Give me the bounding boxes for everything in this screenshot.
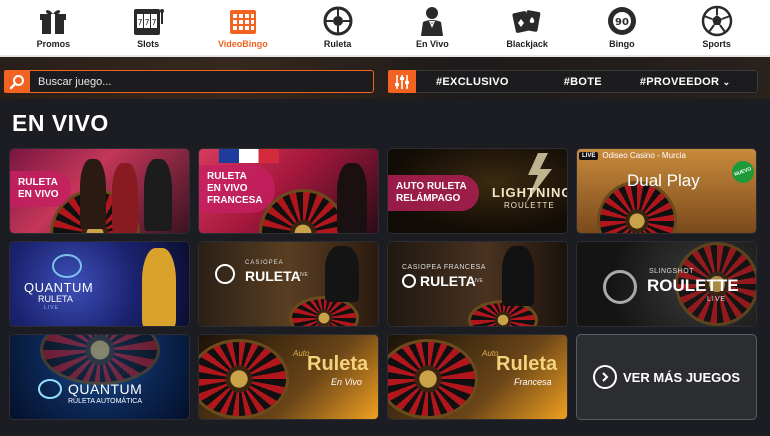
game-sub: RULETA	[38, 294, 73, 304]
nav-label: En Vivo	[415, 39, 449, 49]
game-label-line3: FRANCESA	[207, 195, 263, 206]
casiopea-logo	[402, 274, 416, 288]
game-title: Ruleta	[307, 353, 369, 375]
game-tile-auto-ruleta-en-vivo[interactable]: Auto Ruleta En Vivo	[198, 334, 379, 420]
nav-label: Slots	[137, 39, 160, 49]
game-label-line1: AUTO RULETA	[396, 181, 467, 192]
view-more-games-button[interactable]: VER MÁS JUEGOS	[576, 334, 757, 420]
svg-text:7: 7	[138, 18, 143, 27]
search-input[interactable]	[30, 75, 360, 88]
game-label-line2: EN VIVO	[207, 183, 248, 194]
game-label: RULETA EN VIVO FRANCESA	[199, 165, 275, 213]
atom-icon	[52, 254, 82, 278]
soccer-ball-icon	[701, 5, 732, 37]
game-sub: LIVE	[707, 296, 727, 303]
search-bar[interactable]	[4, 70, 374, 93]
new-badge-text: NUEVO	[733, 166, 753, 178]
tag-bote[interactable]: #BOTE	[564, 76, 602, 88]
svg-text:7: 7	[145, 18, 150, 27]
game-sub: En Vivo	[331, 377, 362, 387]
casiopea-logo	[215, 264, 235, 284]
game-label-line2: EN VIVO	[18, 189, 59, 200]
nav-label: Ruleta	[323, 39, 352, 49]
game-title: Dual Play	[627, 171, 700, 190]
tile-header: LIVE Odiseo Casino - Murcia	[579, 151, 686, 160]
game-label: RULETA EN VIVO	[10, 171, 71, 207]
svg-text:90: 90	[615, 17, 629, 28]
nav-item-en-vivo[interactable]: En Vivo	[388, 0, 476, 57]
game-tile-slingshot-roulette[interactable]: SLINGSHOT ROULETTE LIVE	[576, 241, 757, 327]
nav-label: Promos	[36, 39, 71, 49]
game-sub: LIVE	[472, 278, 483, 284]
game-label-line2: RELÁMPAGO	[396, 193, 461, 204]
filter-button[interactable]	[388, 70, 416, 93]
game-title: Ruleta	[496, 353, 558, 375]
view-more-label: VER MÁS JUEGOS	[622, 369, 741, 385]
game-logo-sub: ROULETTE	[504, 201, 555, 210]
nav-label: Blackjack	[506, 39, 548, 49]
games-grid: RULETA EN VIVO RULETA EN VIVO FRANCESA AUTO…	[9, 148, 757, 420]
nav-label: Sports	[702, 39, 731, 49]
tag-proveedor[interactable]: #PROVEEDOR ⌄	[640, 76, 731, 88]
game-logo: LIGHTNING	[492, 185, 568, 200]
slingshot-logo	[603, 270, 637, 304]
section-title: EN VIVO	[12, 110, 109, 136]
game-label: AUTO RULETA RELÁMPAGO	[388, 175, 479, 211]
filter-bar: #EXCLUSIVO #BOTE #PROVEEDOR ⌄	[388, 70, 758, 93]
game-tile-ruleta-en-vivo[interactable]: RULETA EN VIVO	[9, 148, 190, 234]
game-tile-quantum-ruleta[interactable]: QUANTUM RULETA LIVE	[9, 241, 190, 327]
tag-exclusivo[interactable]: #EXCLUSIVO	[436, 76, 509, 88]
sliders-icon	[395, 74, 409, 89]
search-button[interactable]	[4, 70, 30, 93]
slot-machine-icon: 7 7 7	[134, 9, 165, 35]
live-badge: LIVE	[579, 151, 599, 160]
nav-item-bingo[interactable]: 90 Bingo	[578, 0, 666, 57]
game-title: QUANTUM	[68, 381, 143, 397]
cards-icon	[512, 10, 541, 33]
game-label-line1: RULETA	[18, 177, 58, 188]
french-flag	[219, 149, 279, 163]
game-tile-dual-play[interactable]: LIVE Odiseo Casino - Murcia Dual Play NU…	[576, 148, 757, 234]
nav-label: Bingo	[609, 39, 635, 49]
nav-item-sports[interactable]: Sports	[673, 0, 761, 57]
nav-item-slots[interactable]: 7 7 7 Slots	[104, 0, 192, 57]
svg-text:7: 7	[152, 18, 157, 27]
tile-header-text: Odiseo Casino - Murcia	[602, 151, 686, 160]
game-title: RULETA	[420, 273, 476, 289]
game-tile-ruleta-francesa[interactable]: RULETA EN VIVO FRANCESA	[198, 148, 379, 234]
game-top: SLINGSHOT	[649, 268, 694, 275]
game-sub: Francesa	[514, 377, 552, 387]
nav-item-videobingo[interactable]: VideoBingo	[199, 0, 287, 57]
game-title: QUANTUM	[24, 280, 94, 295]
gift-icon	[40, 10, 67, 34]
top-nav: Promos 7 7 7 Slots VideoBingo Ruleta En …	[0, 0, 770, 57]
roulette-icon	[323, 6, 353, 36]
nav-label: VideoBingo	[217, 39, 268, 49]
nav-item-ruleta[interactable]: Ruleta	[294, 0, 382, 57]
chevron-down-icon: ⌄	[722, 76, 731, 87]
chevron-right-icon	[592, 365, 617, 389]
game-label-line1: RULETA	[207, 171, 247, 182]
bingo-ball-icon: 90	[607, 7, 636, 35]
game-title: RULETA	[245, 268, 301, 284]
game-tile-casiopea-francesa[interactable]: CASIOPEA FRANCESA RULETA LIVE	[387, 241, 568, 327]
game-title: ROULETTE	[647, 276, 739, 295]
game-top: CASIOPEA	[245, 260, 284, 266]
atom-icon	[38, 379, 62, 399]
game-sub: LIVE	[297, 272, 308, 278]
game-tile-casiopea-ruleta[interactable]: CASIOPEA RULETA LIVE	[198, 241, 379, 327]
nav-item-blackjack[interactable]: Blackjack	[483, 0, 571, 57]
game-tile-lightning-roulette[interactable]: AUTO RULETA RELÁMPAGO LIGHTNING ROULETTE	[387, 148, 568, 234]
dealer-icon	[421, 7, 444, 36]
game-sub2: LIVE	[44, 305, 59, 311]
bingo-card-icon	[229, 10, 256, 34]
search-icon	[9, 74, 24, 89]
game-sub: RULETA AUTOMÁTICA	[68, 398, 143, 405]
game-top: CASIOPEA FRANCESA	[402, 264, 486, 271]
game-tile-auto-ruleta-francesa[interactable]: Auto Ruleta Francesa	[387, 334, 568, 420]
game-tile-quantum-auto[interactable]: QUANTUM RULETA AUTOMÁTICA	[9, 334, 190, 420]
nav-item-promos[interactable]: Promos	[9, 0, 97, 57]
tag-proveedor-label: #PROVEEDOR	[639, 75, 720, 88]
